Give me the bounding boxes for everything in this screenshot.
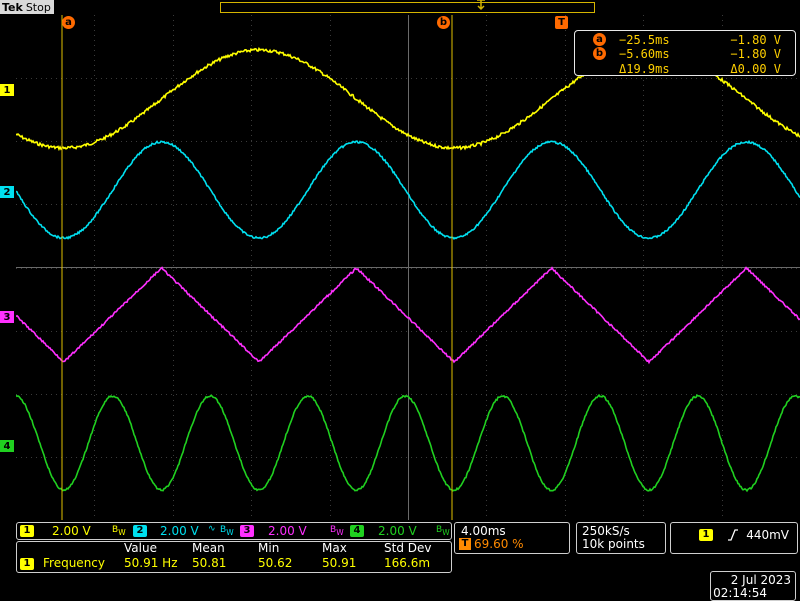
timebase-panel[interactable]: 4.00ms T 69.60 % — [454, 522, 570, 554]
ch3-scale[interactable]: 2.00 V — [268, 524, 307, 538]
cursor-b-readout-icon: b — [593, 47, 606, 60]
cursor-delta-voltage: Δ0.00 V — [730, 62, 781, 76]
trigger-position-icon: T — [459, 538, 471, 550]
graticule-center-axes — [16, 15, 800, 520]
cursor-b-badge[interactable]: b — [437, 16, 450, 29]
measurement-value: 50.91 Hz — [124, 556, 178, 570]
measurement-header-min: Min — [258, 541, 280, 555]
measurement-name: Frequency — [43, 556, 105, 570]
ch1-bandwidth-icon: BW — [112, 525, 126, 537]
measurement-header-max: Max — [322, 541, 347, 555]
record-length: 10k points — [582, 537, 645, 551]
ch2-scale[interactable]: 2.00 V — [160, 524, 199, 538]
ch3-bandwidth-icon: BW — [330, 525, 344, 537]
datetime-panel: 2 Jul 2023 02:14:54 — [710, 571, 796, 601]
record-view-bar — [220, 2, 595, 13]
measurement-mean: 50.81 — [192, 556, 227, 570]
brand-label: Tek — [2, 1, 23, 14]
rising-edge-icon — [728, 529, 738, 541]
trigger-panel[interactable]: 1 440mV — [670, 522, 798, 554]
channel-3-marker[interactable]: 3 — [0, 311, 14, 323]
channel-1-marker[interactable]: 1 — [0, 84, 14, 96]
acquisition-panel[interactable]: 250kS/s 10k points — [576, 522, 666, 554]
trigger-position-marker: T — [555, 16, 568, 29]
run-status: Tek Stop — [0, 0, 54, 14]
ch2-coupling-icon: ∿ — [208, 524, 216, 534]
cursor-delta-time: Δ19.9ms — [619, 62, 670, 76]
record-window-icon — [477, 0, 485, 11]
sample-rate: 250kS/s — [582, 524, 630, 538]
cursor-a-badge[interactable]: a — [62, 16, 75, 29]
waveform-display[interactable] — [16, 15, 800, 520]
ch1-scale[interactable]: 2.00 V — [52, 524, 91, 538]
time: 02:14:54 — [713, 586, 767, 600]
trigger-position: 69.60 % — [474, 537, 524, 551]
horizontal-scale: 4.00ms — [461, 524, 506, 538]
ch4-bandwidth-icon: BW — [436, 525, 450, 537]
date: 2 Jul 2023 — [730, 573, 791, 587]
cursor-a-readout-icon: a — [593, 33, 606, 46]
measurement-channel-badge: 1 — [20, 558, 34, 570]
channel-4-marker[interactable]: 4 — [0, 440, 14, 452]
ch2-scale-badge[interactable]: 2 — [133, 525, 147, 537]
cursor-b-voltage: −1.80 V — [730, 47, 781, 61]
cursor-b-time: −5.60ms — [619, 47, 670, 61]
ch3-scale-badge[interactable]: 3 — [240, 525, 254, 537]
cursor-a-time: −25.5ms — [619, 33, 670, 47]
measurement-header-mean: Mean — [192, 541, 225, 555]
ch1-scale-badge[interactable]: 1 — [20, 525, 34, 537]
measurement-min: 50.62 — [258, 556, 293, 570]
acquisition-status: Stop — [25, 1, 51, 14]
channel-2-marker[interactable]: 2 — [0, 186, 14, 198]
cursor-readout-panel: a −25.5ms −1.80 V b −5.60ms −1.80 V Δ19.… — [574, 30, 796, 76]
measurement-max: 50.91 — [322, 556, 357, 570]
trigger-source-badge: 1 — [699, 529, 713, 541]
ch4-scale[interactable]: 2.00 V — [378, 524, 417, 538]
trigger-level: 440mV — [746, 528, 789, 542]
ch4-scale-badge[interactable]: 4 — [350, 525, 364, 537]
measurement-header-stddev: Std Dev — [384, 541, 432, 555]
cursor-a-voltage: −1.80 V — [730, 33, 781, 47]
ch2-bandwidth-icon: BW — [220, 525, 234, 537]
measurement-header-value: Value — [124, 541, 157, 555]
top-status-bar: Tek Stop — [0, 0, 800, 15]
measurement-stddev: 166.6m — [384, 556, 431, 570]
